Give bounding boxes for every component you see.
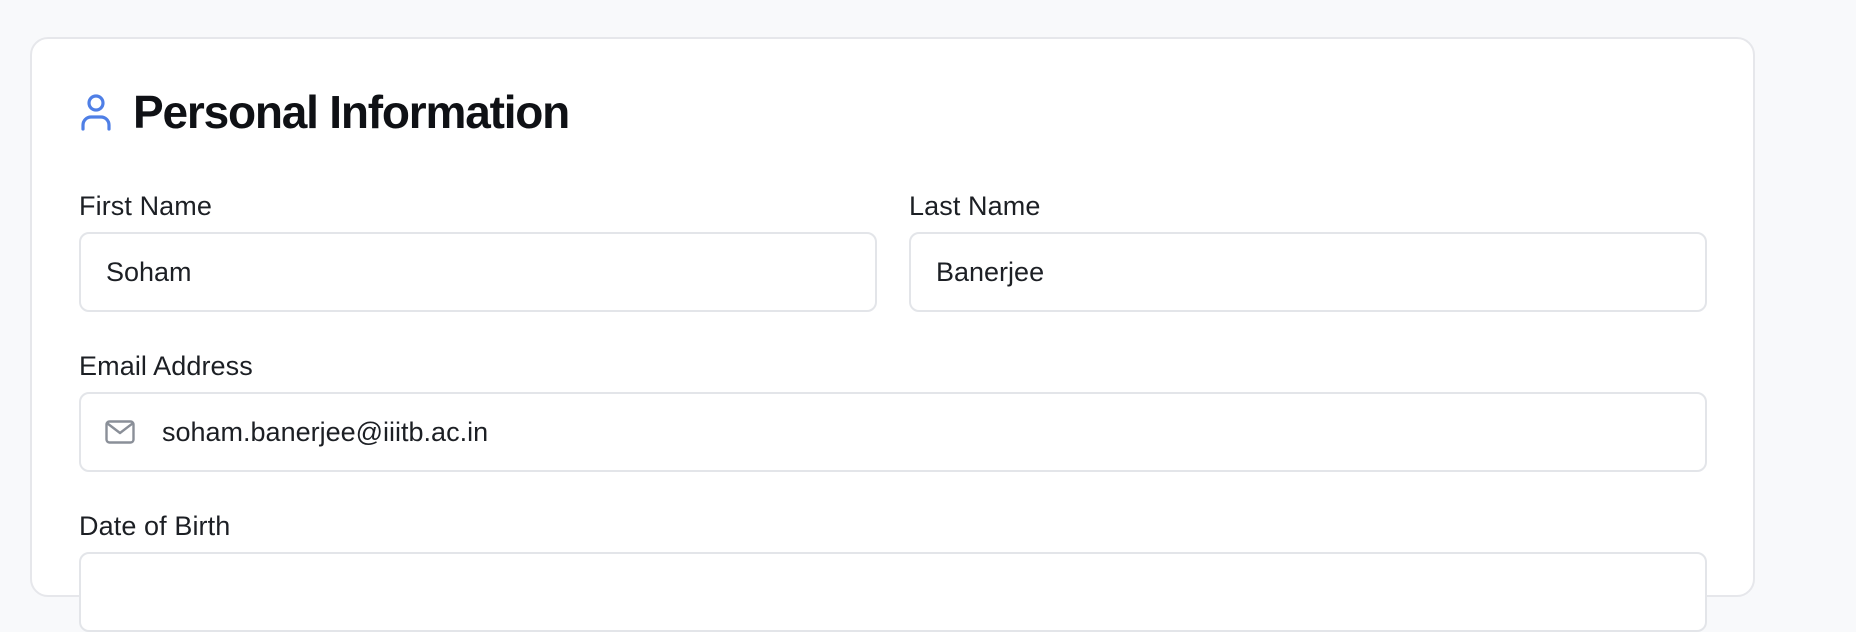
first-name-field: First Name Soham (79, 190, 877, 312)
email-field: Email Address soham.banerjee@iiitb.ac.in (79, 350, 1707, 472)
section-header: Personal Information (79, 84, 570, 140)
mail-icon (104, 418, 136, 446)
section-title: Personal Information (133, 86, 570, 138)
date-of-birth-label: Date of Birth (79, 511, 231, 541)
email-input[interactable]: soham.banerjee@iiitb.ac.in (79, 392, 1707, 472)
email-label: Email Address (79, 351, 253, 381)
email-value: soham.banerjee@iiitb.ac.in (162, 416, 489, 447)
last-name-value: Banerjee (936, 256, 1045, 287)
last-name-input[interactable]: Banerjee (909, 232, 1707, 312)
date-of-birth-input[interactable] (79, 552, 1707, 632)
last-name-field: Last Name Banerjee (909, 190, 1707, 312)
first-name-label: First Name (79, 191, 213, 221)
last-name-label: Last Name (909, 191, 1041, 221)
first-name-value: Soham (106, 256, 192, 287)
first-name-input[interactable]: Soham (79, 232, 877, 312)
date-of-birth-field: Date of Birth (79, 510, 1707, 632)
user-icon (79, 92, 113, 132)
